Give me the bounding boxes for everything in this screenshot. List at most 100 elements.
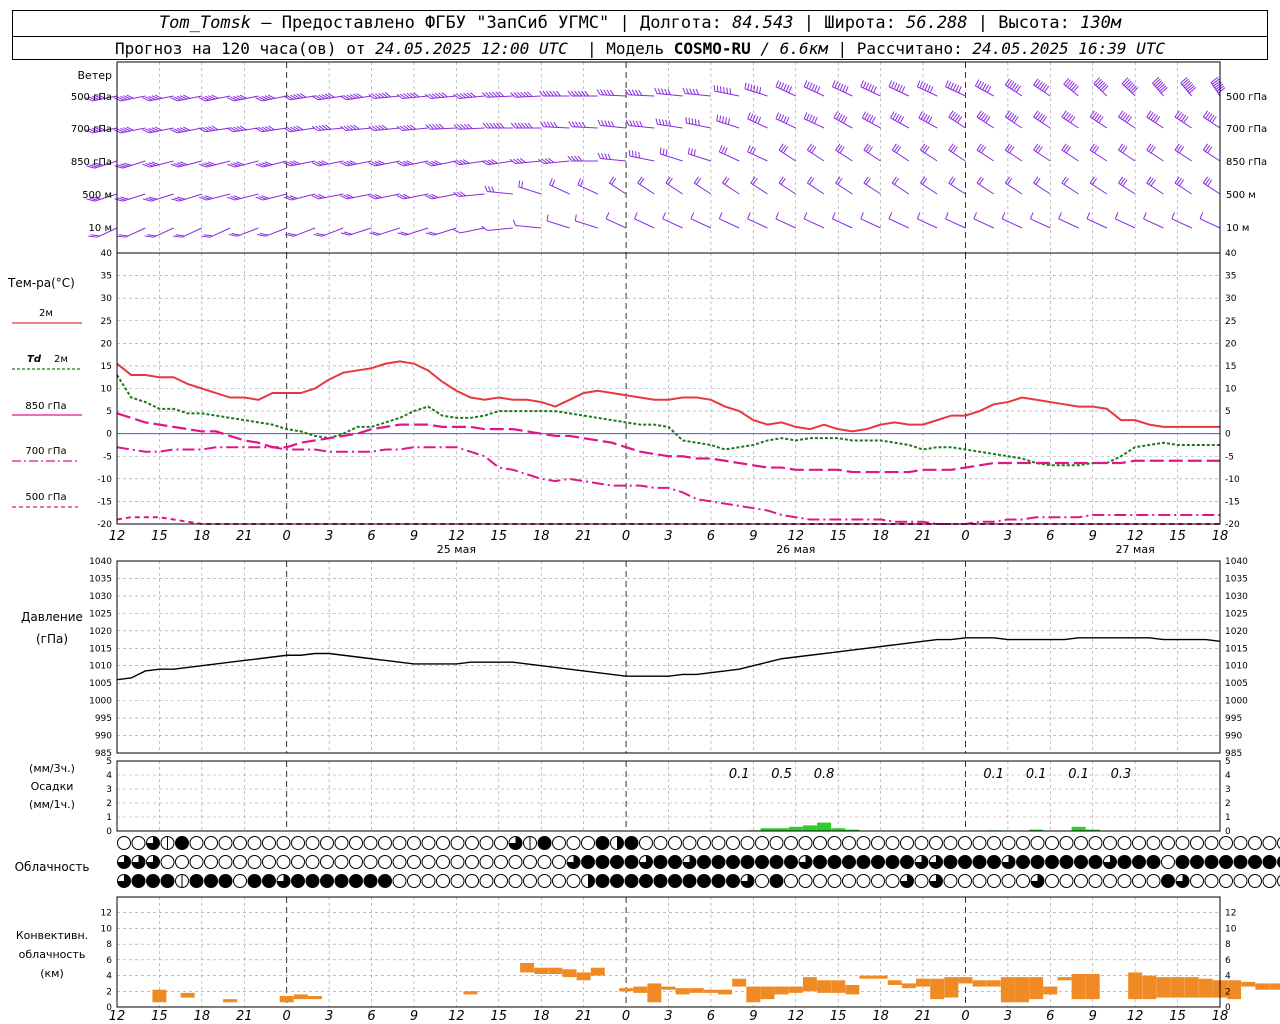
wind-shaft	[549, 184, 570, 195]
wind-barb	[1146, 143, 1164, 162]
wind-barb	[424, 92, 457, 99]
wind-barb	[690, 212, 712, 229]
cloud-symbol	[233, 855, 247, 869]
wind-shaft	[236, 227, 259, 237]
cloud-symbol	[871, 836, 885, 850]
cloud-circle	[523, 855, 537, 869]
cloud-symbol	[479, 874, 494, 888]
wind-shaft	[179, 193, 202, 202]
cloud-symbol	[798, 836, 813, 850]
cloud-symbol	[494, 836, 508, 850]
hour-tick-label: 6	[367, 529, 375, 544]
conv-bar	[887, 980, 902, 985]
wind-feather	[574, 214, 577, 221]
wind-barb	[835, 176, 853, 195]
wind-feather	[689, 88, 693, 95]
cloud-circle	[827, 874, 842, 888]
cloud-circle	[1204, 836, 1219, 850]
wind-feather	[605, 212, 610, 220]
wind-feather	[927, 116, 933, 124]
cloud-circle	[320, 855, 334, 869]
cloud-circle	[668, 836, 682, 850]
cloud-circle	[233, 836, 247, 850]
cloud-circle	[1030, 855, 1045, 869]
wind-barb	[654, 87, 683, 97]
wind-feather	[888, 212, 893, 220]
wind-feather	[1001, 212, 1006, 220]
wind-barb	[510, 122, 542, 129]
cloud-circle	[943, 874, 958, 888]
y-tick-label: 1000	[89, 697, 112, 707]
y-tick-label: 995	[95, 714, 112, 724]
wind-feather	[718, 145, 723, 153]
cloud-circle	[1219, 874, 1233, 888]
wind-feather	[633, 212, 638, 220]
cloud-symbol	[117, 855, 131, 869]
wind-barb	[948, 110, 966, 129]
cloud-symbol	[682, 836, 697, 850]
cloud-circle	[784, 855, 798, 869]
wind-feather	[690, 212, 695, 220]
cloud-symbol	[247, 855, 262, 869]
cloud-circle	[1175, 855, 1190, 869]
cloud-symbol	[929, 836, 943, 850]
cloud-circle	[465, 855, 479, 869]
wind-feather	[775, 80, 780, 88]
wind-shaft	[543, 160, 570, 164]
cloud-symbol	[378, 874, 392, 888]
y-tick-label-right: 1040	[1225, 557, 1248, 567]
cloud-symbol	[537, 874, 552, 888]
wind-feather	[546, 214, 549, 221]
y-tick-label-right: 4	[1225, 972, 1231, 982]
wind-barb	[1033, 110, 1051, 129]
wind-feather	[780, 114, 785, 122]
wind-feather	[144, 235, 154, 238]
wind-feather	[1184, 82, 1192, 89]
conv-title-3: (км)	[40, 967, 64, 980]
wind-feather	[726, 87, 728, 94]
wind-shaft	[405, 227, 429, 236]
wind-level-label-right: 850 гПа	[1226, 157, 1267, 168]
cloud-symbol	[972, 855, 987, 869]
cloud-symbol	[972, 874, 987, 888]
y-tick-label: 6	[106, 956, 112, 966]
wind-feather	[1154, 80, 1163, 87]
y-tick-label-right: 1	[1225, 813, 1231, 823]
wind-feather	[685, 117, 687, 124]
cloud-symbol	[827, 855, 842, 869]
wind-feather	[1211, 78, 1220, 85]
precip-unit-1h: (мм/1ч.)	[29, 798, 75, 811]
wind-feather	[453, 229, 461, 234]
wind-barb	[113, 94, 146, 102]
precip-amount-label: 0.1	[729, 767, 750, 782]
wind-feather	[607, 153, 611, 160]
cloud-symbol	[479, 836, 494, 850]
cloud-symbol	[871, 855, 885, 869]
wind-feather	[892, 112, 897, 120]
y-tick-label: 5	[106, 407, 112, 417]
legend-t700: 700 гПа	[25, 446, 66, 457]
cloud-circle	[1059, 855, 1074, 869]
conv-bar	[930, 978, 945, 1000]
wind-barb	[744, 82, 768, 97]
wind-feather	[655, 118, 659, 125]
cloud-symbol	[755, 836, 769, 850]
hour-tick-label: 18	[533, 529, 550, 544]
wind-barb	[227, 193, 259, 201]
hour-tick-label: 6	[367, 1009, 375, 1024]
wind-barb	[340, 160, 372, 167]
wind-feather	[147, 234, 157, 237]
wind-feather	[575, 121, 580, 128]
cloud-symbol	[465, 874, 479, 888]
conv-bar	[520, 963, 535, 973]
wind-feather	[861, 111, 867, 119]
cloud-symbol	[1161, 855, 1175, 869]
wind-shaft	[629, 155, 655, 162]
precip-bar	[1071, 826, 1086, 831]
wind-feather	[688, 117, 691, 124]
panel-frame	[116, 760, 1221, 832]
cloud-symbol	[1016, 855, 1030, 869]
wind-barb	[226, 125, 259, 133]
wind-feather	[865, 82, 870, 90]
cloud-circle	[349, 836, 363, 850]
